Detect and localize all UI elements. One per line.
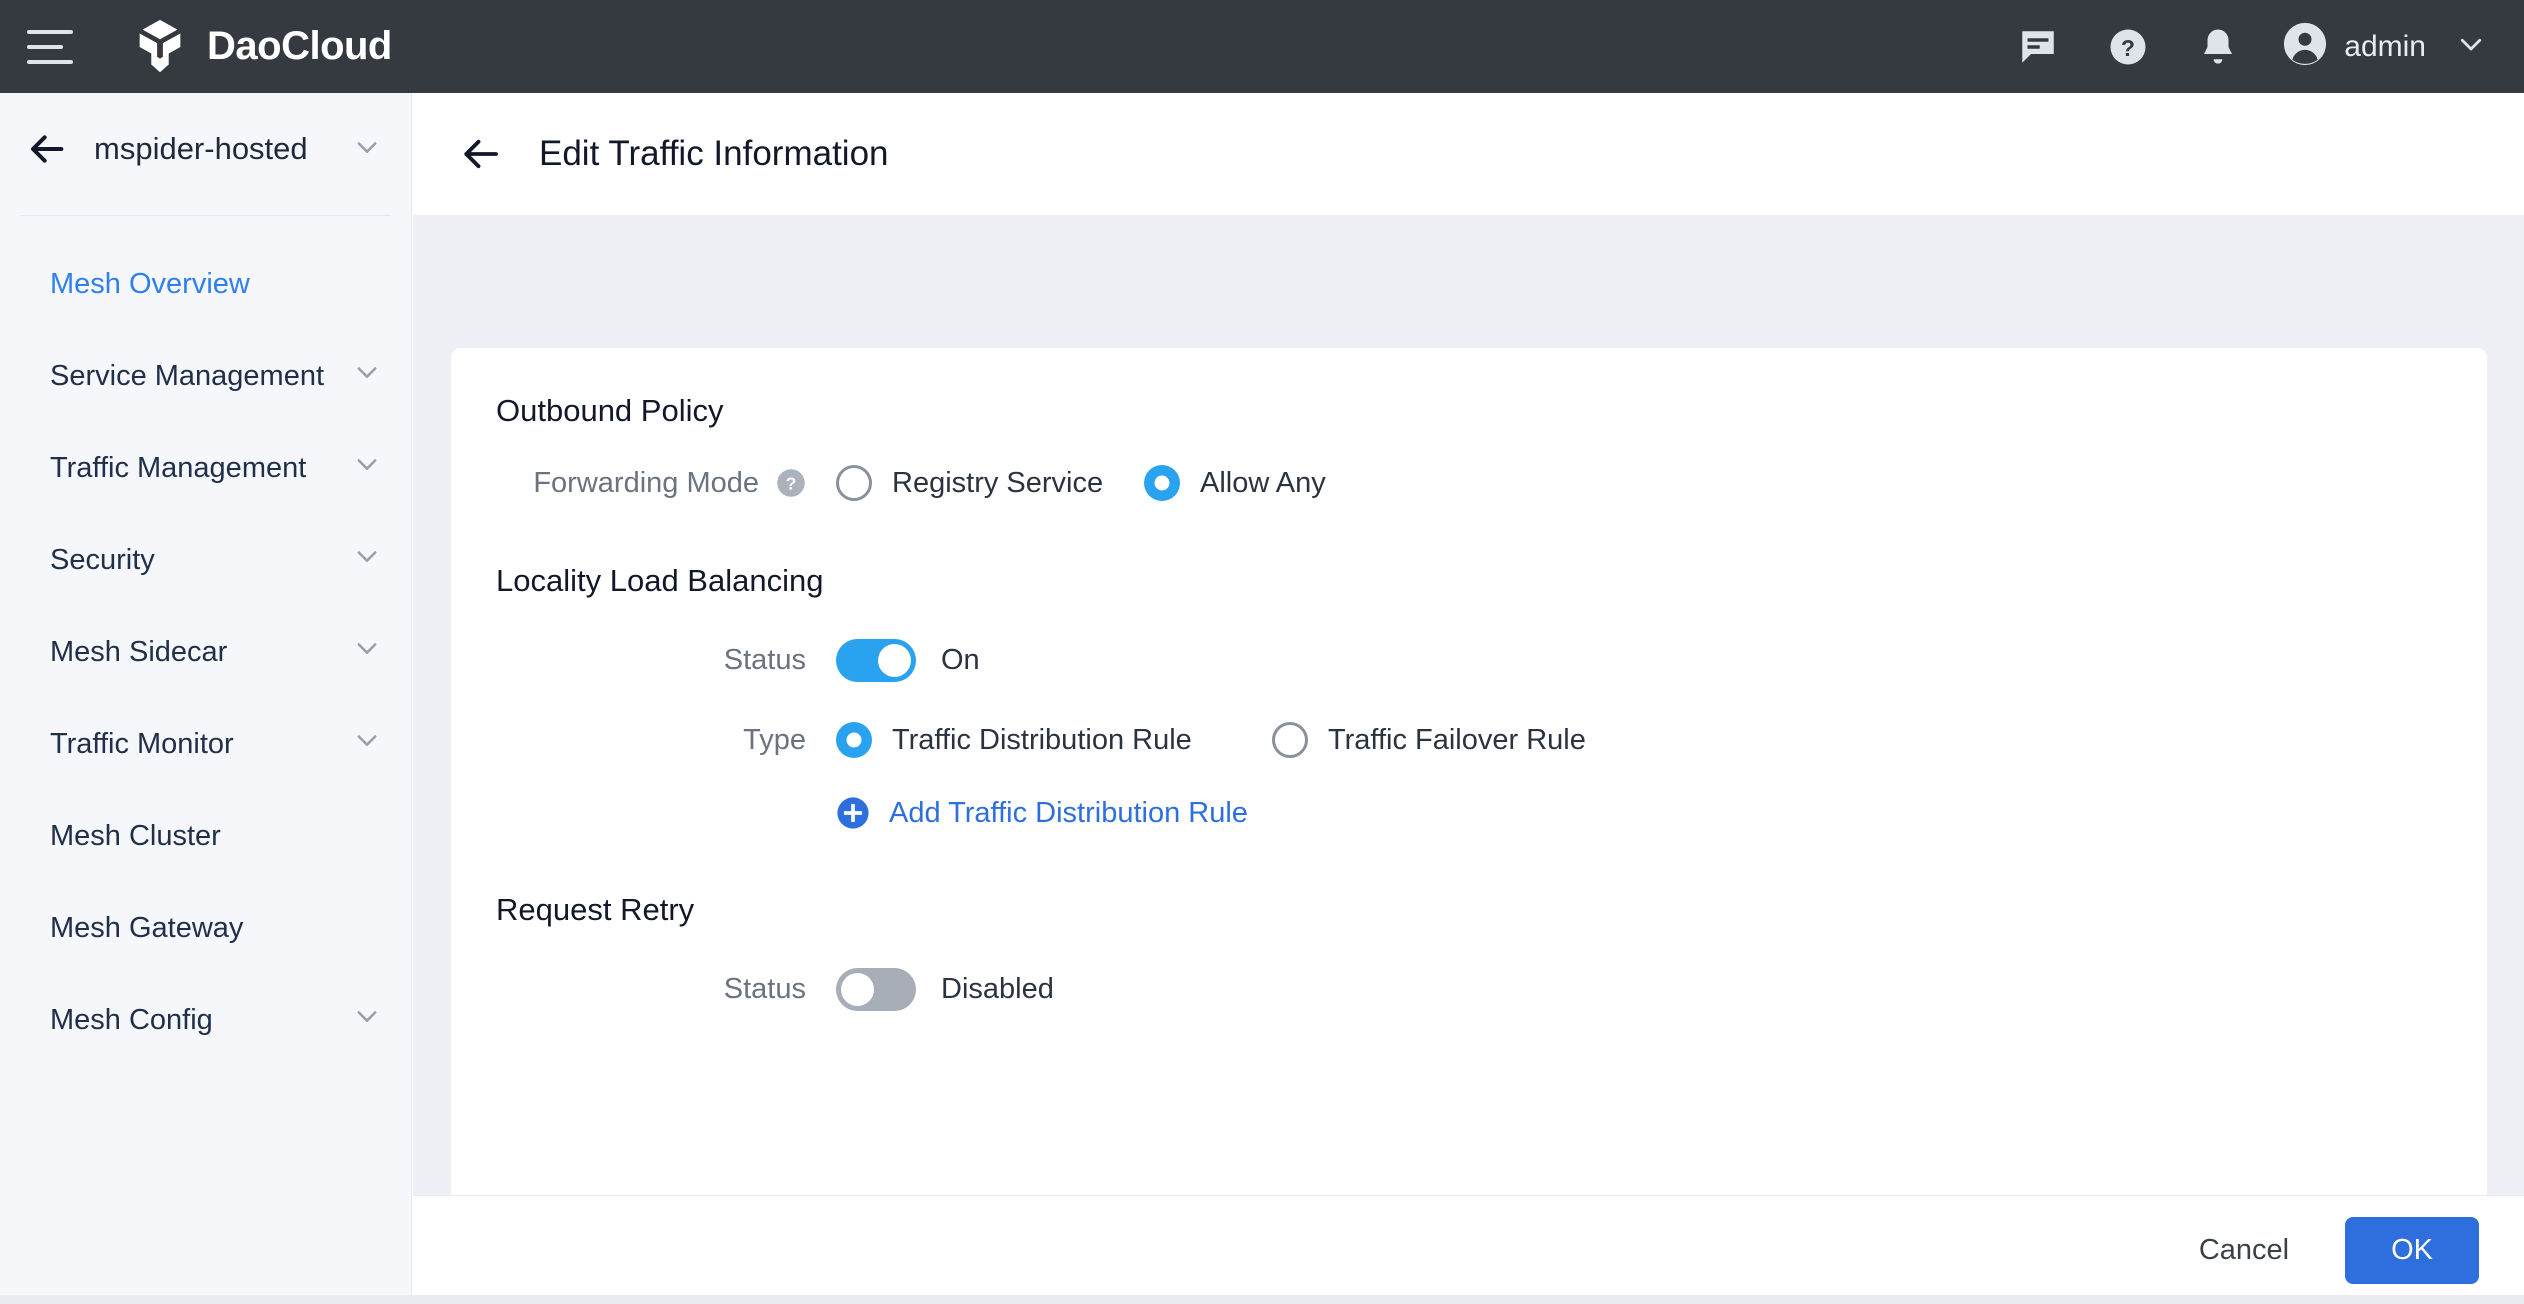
plus-circle-icon[interactable] — [836, 796, 870, 830]
hamburger-menu-icon[interactable] — [27, 30, 73, 64]
llb-status-label: Status — [724, 644, 806, 677]
sidebar-item-label: Traffic Management — [50, 452, 306, 485]
page-header: Edit Traffic Information — [413, 93, 2524, 215]
radio-circle-selected-icon[interactable] — [1144, 465, 1180, 501]
sidebar-item-mesh-config[interactable]: Mesh Config — [0, 974, 411, 1066]
arrow-left-icon[interactable] — [458, 130, 506, 178]
sidebar-item-mesh-cluster[interactable]: Mesh Cluster — [0, 790, 411, 882]
section-heading-outbound-policy: Outbound Policy — [496, 393, 2487, 429]
form-footer: Cancel OK — [413, 1195, 2524, 1304]
chevron-down-icon[interactable] — [353, 634, 381, 670]
request-retry-status-toggle[interactable] — [836, 968, 916, 1011]
hamburger-bar — [27, 60, 73, 64]
llb-type-radio-group: Traffic Distribution Rule Traffic Failov… — [836, 722, 1586, 758]
chevron-down-icon[interactable] — [353, 1002, 381, 1038]
toggle-knob — [878, 644, 911, 677]
main-content: Edit Traffic Information Outbound Policy… — [413, 93, 2524, 1304]
question-mark-icon[interactable]: ? — [776, 468, 806, 498]
chat-icon[interactable] — [2010, 19, 2066, 75]
chevron-down-icon[interactable] — [353, 133, 381, 166]
radio-option-traffic-distribution-rule[interactable]: Traffic Distribution Rule — [836, 722, 1224, 758]
forwarding-mode-radio-group: Registry Service Allow Any — [836, 465, 1326, 501]
sidebar-item-label: Security — [50, 544, 155, 577]
llb-status-toggle[interactable] — [836, 639, 916, 682]
svg-text:?: ? — [786, 473, 797, 493]
sidebar-item-label: Mesh Overview — [50, 268, 250, 301]
forwarding-mode-row: Forwarding Mode ? Registry Service — [496, 465, 2487, 501]
sidebar-item-label: Mesh Sidecar — [50, 636, 227, 669]
radio-option-label: Allow Any — [1200, 467, 1326, 500]
request-retry-status-value: Disabled — [941, 973, 1054, 1006]
brand-logo-link[interactable]: DaoCloud — [129, 16, 392, 78]
llb-type-label: Type — [743, 724, 806, 757]
llb-status-value: On — [941, 644, 980, 677]
sidebar-item-label: Service Management — [50, 360, 324, 393]
request-retry-status-label: Status — [724, 973, 806, 1006]
daocloud-cube-icon — [129, 16, 191, 78]
section-heading-request-retry: Request Retry — [496, 892, 2487, 928]
radio-circle-selected-icon[interactable] — [836, 722, 872, 758]
request-retry-status-row: Status Disabled — [496, 968, 2487, 1011]
bell-icon[interactable] — [2190, 19, 2246, 75]
arrow-left-icon[interactable] — [26, 127, 70, 171]
sidebar-item-label: Mesh Gateway — [50, 912, 243, 945]
radio-option-allow-any[interactable]: Allow Any — [1144, 465, 1326, 501]
sidebar-nav: Mesh Overview Service Management Traffic… — [0, 216, 411, 1066]
llb-type-label-wrap: Type — [496, 724, 836, 757]
svg-text:?: ? — [2121, 34, 2135, 60]
radio-option-label: Traffic Distribution Rule — [892, 724, 1192, 757]
radio-circle-icon[interactable] — [836, 465, 872, 501]
sidebar-item-service-management[interactable]: Service Management — [0, 330, 411, 422]
radio-option-registry-service[interactable]: Registry Service — [836, 465, 1096, 501]
sidebar-item-traffic-monitor[interactable]: Traffic Monitor — [0, 698, 411, 790]
request-retry-status-label-wrap: Status — [496, 973, 836, 1006]
chevron-down-icon[interactable] — [353, 450, 381, 486]
chevron-down-icon[interactable] — [353, 726, 381, 762]
app-root: DaoCloud ? — [0, 0, 2524, 1304]
sidebar-item-label: Mesh Config — [50, 1004, 213, 1037]
ok-button[interactable]: OK — [2345, 1217, 2479, 1284]
hamburger-bar — [27, 45, 63, 49]
brand-name: DaoCloud — [207, 24, 392, 69]
sidebar-context-switcher[interactable]: mspider-hosted — [0, 93, 411, 205]
hamburger-bar — [27, 30, 73, 34]
bottom-strip — [0, 1295, 2524, 1304]
llb-type-row: Type Traffic Distribution Rule Traffic F… — [496, 722, 2487, 758]
radio-option-traffic-failover-rule[interactable]: Traffic Failover Rule — [1272, 722, 1586, 758]
top-navigation-bar: DaoCloud ? — [0, 0, 2524, 93]
add-traffic-distribution-rule-button[interactable]: Add Traffic Distribution Rule — [836, 796, 1248, 830]
cancel-button[interactable]: Cancel — [2175, 1220, 2313, 1281]
llb-status-row: Status On — [496, 639, 2487, 682]
toggle-knob — [841, 973, 874, 1006]
add-rule-row: Add Traffic Distribution Rule — [496, 796, 2487, 830]
page-title: Edit Traffic Information — [539, 134, 889, 174]
sidebar-item-mesh-sidecar[interactable]: Mesh Sidecar — [0, 606, 411, 698]
section-heading-locality-load-balancing: Locality Load Balancing — [496, 563, 2487, 599]
form-body: Outbound Policy Forwarding Mode ? — [451, 348, 2487, 1011]
chevron-down-icon[interactable] — [353, 542, 381, 578]
user-menu[interactable]: admin — [2282, 21, 2494, 72]
avatar — [2282, 21, 2328, 72]
sidebar-item-security[interactable]: Security — [0, 514, 411, 606]
user-name-label: admin — [2344, 30, 2426, 64]
radio-option-label: Traffic Failover Rule — [1328, 724, 1586, 757]
sidebar: mspider-hosted Mesh Overview Service Man… — [0, 93, 412, 1304]
sidebar-item-mesh-gateway[interactable]: Mesh Gateway — [0, 882, 411, 974]
add-rule-label: Add Traffic Distribution Rule — [889, 797, 1248, 830]
sidebar-item-label: Traffic Monitor — [50, 728, 234, 761]
sidebar-item-mesh-overview[interactable]: Mesh Overview — [0, 238, 411, 330]
sidebar-item-traffic-management[interactable]: Traffic Management — [0, 422, 411, 514]
edit-traffic-form-card: Outbound Policy Forwarding Mode ? — [451, 348, 2487, 1248]
help-icon[interactable]: ? — [2100, 19, 2156, 75]
chevron-down-icon[interactable] — [2456, 29, 2486, 64]
sidebar-item-label: Mesh Cluster — [50, 820, 221, 853]
llb-status-label-wrap: Status — [496, 644, 836, 677]
sidebar-context-name: mspider-hosted — [94, 131, 308, 167]
topbar-actions: ? admin — [1976, 19, 2494, 75]
chevron-down-icon[interactable] — [353, 358, 381, 394]
radio-circle-icon[interactable] — [1272, 722, 1308, 758]
forwarding-mode-label: Forwarding Mode — [533, 467, 759, 500]
forwarding-mode-label-wrap: Forwarding Mode ? — [496, 467, 836, 500]
radio-option-label: Registry Service — [892, 467, 1103, 500]
